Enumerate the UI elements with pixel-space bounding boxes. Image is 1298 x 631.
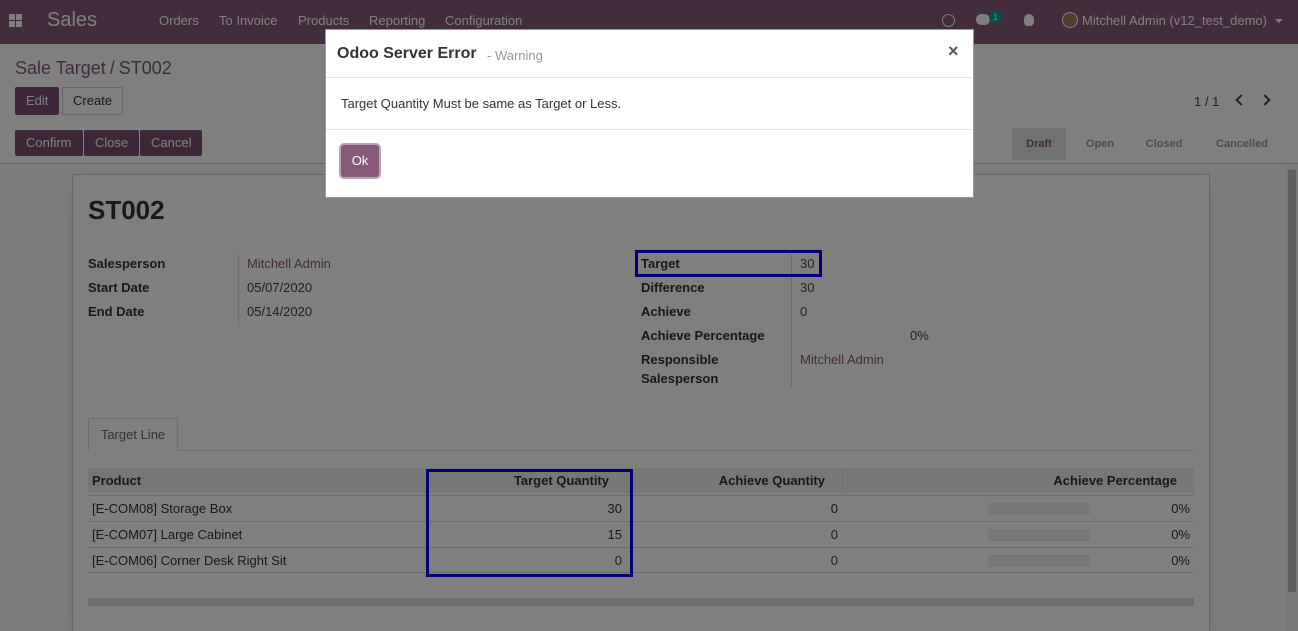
- dialog-title: Odoo Server Error: [337, 45, 477, 62]
- dialog-message: Target Quantity Must be same as Target o…: [341, 96, 622, 111]
- dialog-header-divider: [326, 77, 973, 78]
- ok-button[interactable]: Ok: [341, 145, 379, 177]
- close-icon[interactable]: ×: [948, 41, 959, 62]
- server-error-dialog: Odoo Server Error - Warning × Target Qua…: [325, 29, 974, 198]
- dialog-footer-divider: [326, 129, 973, 130]
- dialog-subtitle: - Warning: [487, 48, 543, 63]
